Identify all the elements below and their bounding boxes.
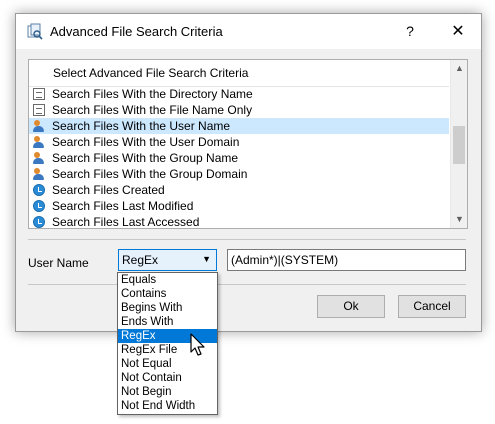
list-item-label: Search Files Last Accessed [52, 215, 200, 229]
list-item-label: Search Files With the User Domain [52, 135, 240, 149]
dropdown-option[interactable]: Begins With [118, 301, 217, 315]
criteria-value-field[interactable] [227, 249, 466, 271]
list-item[interactable]: Search Files With the User Domain [29, 134, 449, 150]
scroll-down-arrow-icon[interactable]: ▼ [451, 211, 468, 228]
dropdown-option[interactable]: Not Contain [118, 371, 217, 385]
dropdown-option[interactable]: Not End Width [118, 399, 217, 413]
match-type-combo[interactable]: RegEx ▼ [118, 249, 217, 271]
scroll-up-arrow-icon[interactable]: ▲ [451, 60, 468, 77]
list-item[interactable]: Search Files Last Accessed [29, 214, 449, 230]
list-item-label: Search Files With the User Name [52, 119, 231, 133]
list-scrollbar[interactable]: ▲ ▼ [450, 60, 467, 228]
chevron-down-icon[interactable]: ▼ [202, 254, 211, 264]
list-item-label: Search Files With the Directory Name [52, 87, 253, 101]
user-icon [33, 120, 45, 132]
list-item-label: Search Files With the File Name Only [52, 103, 253, 117]
document-icon [33, 104, 45, 116]
ok-button[interactable]: Ok [317, 295, 385, 318]
list-item-label: Search Files Created [52, 183, 165, 197]
app-icon [27, 23, 43, 40]
close-button[interactable]: ✕ [436, 14, 480, 49]
user-icon [33, 136, 45, 148]
list-header: Select Advanced File Search Criteria [53, 66, 249, 80]
clock-icon [33, 184, 45, 196]
window-title: Advanced File Search Criteria [50, 24, 223, 39]
list-item-label: Search Files Last Modified [52, 199, 194, 213]
list-item[interactable]: Search Files Created [29, 182, 449, 198]
field-label: User Name [28, 256, 89, 270]
match-type-value: RegEx [122, 253, 159, 267]
scrollbar-thumb[interactable] [453, 126, 465, 164]
list-item-label: Search Files With the Group Domain [52, 167, 248, 181]
separator-bottom [28, 284, 466, 285]
separator-top [28, 239, 466, 240]
criteria-list[interactable]: Select Advanced File Search Criteria Sea… [28, 59, 468, 229]
user-icon [33, 168, 45, 180]
mouse-cursor-icon [190, 333, 205, 356]
list-item-label: Search Files With the Group Name [52, 151, 239, 165]
list-item[interactable]: Search Files With the File Name Only [29, 102, 449, 118]
list-item[interactable]: Search Files Last Modified [29, 198, 449, 214]
dropdown-option[interactable]: Not Begin [118, 385, 217, 399]
list-item[interactable]: Search Files With the Group Domain [29, 166, 449, 182]
criteria-rows: Search Files With the Directory Name Sear… [29, 86, 449, 230]
dropdown-option[interactable]: Equals [118, 273, 217, 287]
cancel-button[interactable]: Cancel [398, 295, 466, 318]
document-icon [33, 88, 45, 100]
list-item[interactable]: Search Files With the Group Name [29, 150, 449, 166]
dropdown-option[interactable]: Ends With [118, 315, 217, 329]
title-bar: Advanced File Search Criteria ? ✕ [16, 14, 481, 49]
clock-icon [33, 200, 45, 212]
list-item[interactable]: Search Files With the User Name [29, 118, 449, 134]
user-icon [33, 152, 45, 164]
advanced-search-dialog: Advanced File Search Criteria ? ✕ Select… [15, 13, 482, 332]
clock-icon [33, 216, 45, 228]
list-item[interactable]: Search Files With the Directory Name [29, 86, 449, 102]
help-button[interactable]: ? [392, 14, 428, 49]
dropdown-option[interactable]: Contains [118, 287, 217, 301]
criteria-value-input[interactable] [231, 251, 459, 269]
